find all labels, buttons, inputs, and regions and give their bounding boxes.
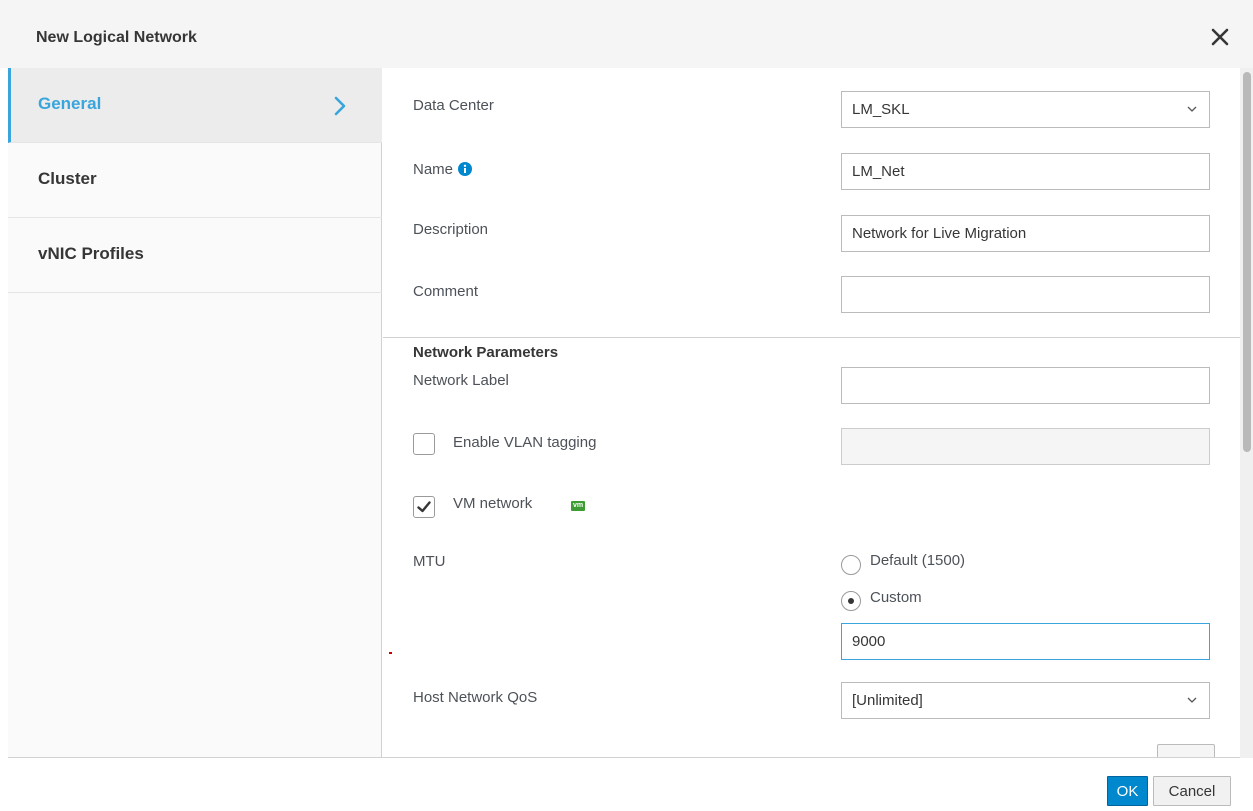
mtu-default-radio[interactable]	[841, 555, 861, 575]
data-center-label: Data Center	[413, 97, 494, 114]
info-icon[interactable]	[458, 162, 473, 176]
description-label: Description	[413, 221, 489, 238]
network-parameters-title: Network Parameters	[413, 344, 559, 361]
section-divider	[383, 337, 1240, 338]
checkmark-icon	[417, 501, 431, 513]
comment-input[interactable]	[841, 276, 1210, 313]
close-button[interactable]	[1205, 22, 1235, 52]
sidebar-item-label: vNIC Profiles	[38, 244, 144, 263]
data-center-select[interactable]: LM_SKL	[841, 91, 1210, 128]
mtu-custom-radio[interactable]	[841, 591, 861, 611]
scrollbar-thumb[interactable]	[1243, 72, 1251, 452]
name-input[interactable]	[841, 153, 1210, 190]
comment-label: Comment	[413, 283, 479, 300]
dialog-title: New Logical Network	[36, 29, 197, 46]
chevron-right-icon	[334, 96, 346, 116]
sidebar-item-label: General	[38, 94, 102, 113]
chevron-down-icon	[1187, 106, 1197, 112]
vlan-tag-input[interactable]	[841, 428, 1210, 465]
network-label-label: Network Label	[413, 372, 509, 389]
name-label: Name	[413, 161, 473, 178]
enable-vlan-checkbox[interactable]	[413, 433, 435, 455]
sidebar-item-label: Cluster	[38, 169, 97, 188]
vm-network-label: VM network	[453, 495, 533, 512]
sidebar-item-general[interactable]: General	[8, 68, 382, 143]
mtu-label: MTU	[413, 553, 446, 570]
data-center-value: LM_SKL	[852, 101, 910, 118]
dialog-header: New Logical Network	[0, 0, 1253, 68]
name-label-text: Name	[413, 161, 454, 178]
footer-divider	[8, 757, 1240, 758]
vm-network-checkbox[interactable]	[413, 496, 435, 518]
host-network-qos-select[interactable]: [Unlimited]	[841, 682, 1210, 719]
sidebar: General Cluster vNIC Profiles	[8, 68, 382, 758]
vm-network-icon: vm	[571, 501, 585, 511]
general-panel: Data Center LM_SKL Name Description Comm…	[383, 68, 1240, 758]
enable-vlan-label: Enable VLAN tagging	[453, 434, 597, 451]
close-icon	[1211, 28, 1229, 46]
ok-button[interactable]: OK	[1107, 776, 1148, 806]
mtu-custom-label: Custom	[870, 589, 922, 606]
mtu-custom-input[interactable]	[841, 623, 1210, 660]
marker-dot	[389, 652, 392, 654]
host-network-qos-value: [Unlimited]	[852, 692, 923, 709]
mtu-default-label: Default (1500)	[870, 552, 966, 569]
sidebar-item-cluster[interactable]: Cluster	[8, 143, 382, 218]
description-input[interactable]	[841, 215, 1210, 252]
host-network-qos-label: Host Network QoS	[413, 689, 538, 706]
chevron-down-icon	[1187, 697, 1197, 703]
partial-button[interactable]	[1157, 744, 1215, 758]
network-label-input[interactable]	[841, 367, 1210, 404]
radio-selected-dot	[848, 598, 854, 604]
cancel-button[interactable]: Cancel	[1153, 776, 1231, 806]
sidebar-item-vnic-profiles[interactable]: vNIC Profiles	[8, 218, 382, 293]
